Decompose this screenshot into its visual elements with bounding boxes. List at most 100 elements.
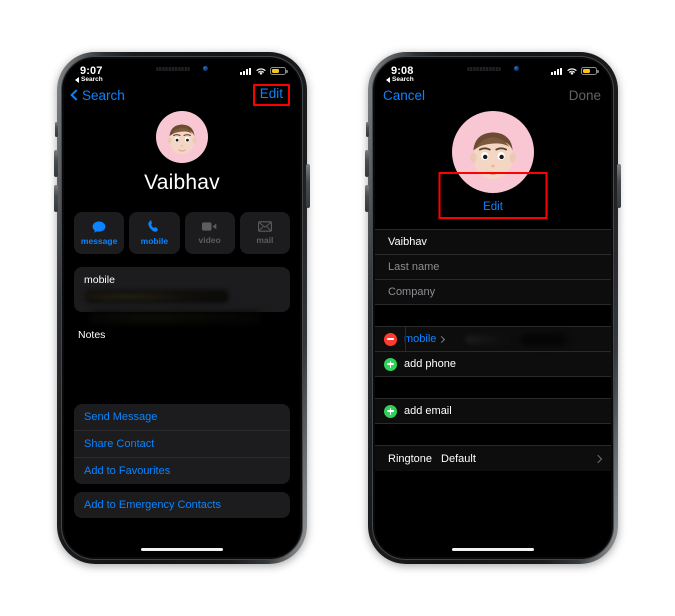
edit-photo-link[interactable]: Edit xyxy=(483,201,503,213)
ringtone-row[interactable]: Ringtone Default xyxy=(375,445,611,471)
contact-edit-content: Edit Vaibhav Last name Company mobile ad… xyxy=(375,111,611,471)
last-name-field[interactable]: Last name xyxy=(375,254,611,279)
mute-switch[interactable] xyxy=(366,122,369,137)
redacted-phone-value xyxy=(465,334,562,344)
add-email-label: add email xyxy=(404,405,452,417)
back-to-search-button[interactable]: Search xyxy=(70,87,125,103)
avatar-container-left[interactable] xyxy=(64,111,300,163)
volume-up-button[interactable] xyxy=(365,150,369,177)
edit-button[interactable]: Edit xyxy=(252,84,290,106)
phone-label: mobile xyxy=(84,274,115,286)
back-button-label: Search xyxy=(82,87,125,103)
quick-actions-row: message mobile video mail xyxy=(64,212,300,254)
cellular-signal-icon xyxy=(551,67,562,75)
done-button[interactable]: Done xyxy=(569,88,601,103)
return-app-label: Search xyxy=(392,76,414,83)
screen-contact-edit: 9:08 Search Cancel Done Edit Vaibhav Las… xyxy=(375,59,611,557)
video-camera-icon xyxy=(202,221,217,232)
add-to-emergency-contacts-link[interactable]: Add to Emergency Contacts xyxy=(74,492,290,518)
chevron-right-icon xyxy=(438,335,446,343)
home-indicator-right[interactable] xyxy=(452,547,534,551)
section-spacer xyxy=(375,305,611,326)
phone-entries-group: mobile add phone xyxy=(375,326,611,377)
add-circle-icon[interactable] xyxy=(384,404,397,418)
ringtone-label: Ringtone xyxy=(388,452,433,465)
avatar[interactable] xyxy=(452,111,534,193)
emergency-contacts-group: Add to Emergency Contacts xyxy=(74,492,290,518)
remove-circle-icon[interactable] xyxy=(384,332,397,346)
back-triangle-icon xyxy=(75,76,79,83)
phone-device-right: 9:08 Search Cancel Done Edit Vaibhav Las… xyxy=(365,52,621,564)
add-circle-icon[interactable] xyxy=(384,357,397,371)
battery-icon xyxy=(270,67,288,75)
action-label: message xyxy=(80,235,118,246)
return-app-label: Search xyxy=(81,76,103,83)
share-contact-link[interactable]: Share Contact xyxy=(74,431,290,458)
add-phone-label: add phone xyxy=(404,358,456,370)
name-fields-group: Vaibhav Last name Company xyxy=(375,229,611,305)
cellular-signal-icon xyxy=(240,67,251,75)
action-label: video xyxy=(198,235,221,245)
action-video-button[interactable]: video xyxy=(184,212,235,254)
status-indicators xyxy=(240,67,288,76)
avatar[interactable] xyxy=(156,111,208,163)
entry-divider xyxy=(405,327,406,351)
volume-down-button[interactable] xyxy=(54,185,58,212)
email-entries-group: add email xyxy=(375,398,611,424)
cancel-button[interactable]: Cancel xyxy=(383,88,425,103)
volume-up-button[interactable] xyxy=(54,150,58,177)
phone-device-left: 9:07 Search Search Edit Vaibhav message … xyxy=(54,52,310,564)
edit-photo-container: Edit xyxy=(375,172,611,219)
action-mail-button[interactable]: mail xyxy=(239,212,290,254)
memoji-icon xyxy=(167,124,197,155)
phone-entry-label: mobile xyxy=(404,333,437,345)
contact-name: Vaibhav xyxy=(144,171,220,194)
chevron-left-icon xyxy=(70,89,82,101)
wifi-icon xyxy=(566,67,577,75)
send-message-link[interactable]: Send Message xyxy=(74,404,290,431)
earpiece-speaker-icon xyxy=(467,66,502,71)
return-to-app-chip[interactable]: Search xyxy=(386,76,414,83)
memoji-icon xyxy=(470,132,516,180)
nav-bar-left: Search Edit xyxy=(64,81,300,109)
chevron-right-icon xyxy=(593,454,603,463)
home-indicator-left[interactable] xyxy=(141,547,223,551)
add-email-row[interactable]: add email xyxy=(375,398,611,424)
company-field[interactable]: Company xyxy=(375,279,611,305)
action-message-button[interactable]: message xyxy=(74,212,125,254)
contact-links-group: Send Message Share Contact Add to Favour… xyxy=(74,404,290,484)
section-spacer xyxy=(375,377,611,398)
ringtone-value: Default xyxy=(441,452,476,465)
phone-entry-label-wrap[interactable]: mobile xyxy=(404,333,446,345)
back-triangle-icon xyxy=(386,76,390,83)
return-to-app-chip[interactable]: Search xyxy=(75,76,103,83)
volume-down-button[interactable] xyxy=(365,185,369,212)
add-to-favourites-link[interactable]: Add to Favourites xyxy=(74,458,290,484)
power-button[interactable] xyxy=(306,164,310,208)
add-phone-row[interactable]: add phone xyxy=(375,351,611,377)
phone-entry-mobile[interactable]: mobile xyxy=(375,326,611,351)
earpiece-speaker-icon xyxy=(156,66,191,71)
message-bubble-icon xyxy=(92,220,106,233)
action-label: mail xyxy=(256,235,274,245)
redacted-phone-number xyxy=(84,290,229,303)
action-mobile-button[interactable]: mobile xyxy=(129,212,180,254)
power-button[interactable] xyxy=(617,164,621,208)
status-indicators xyxy=(551,67,599,76)
action-label: mobile xyxy=(140,236,169,246)
nav-bar-right: Cancel Done xyxy=(375,81,611,109)
notes-label: Notes xyxy=(78,329,106,341)
phone-handset-icon xyxy=(148,220,161,233)
front-camera-icon xyxy=(514,66,519,71)
front-camera-icon xyxy=(203,66,208,71)
first-name-field[interactable]: Vaibhav xyxy=(375,229,611,254)
section-spacer xyxy=(375,424,611,445)
envelope-icon xyxy=(257,221,272,232)
notch-right xyxy=(441,59,545,78)
battery-icon xyxy=(581,67,599,75)
contact-detail-content: Vaibhav message mobile video mail mobile… xyxy=(64,111,300,518)
screen-contact-detail: 9:07 Search Search Edit Vaibhav message … xyxy=(64,59,300,557)
mute-switch[interactable] xyxy=(55,122,58,137)
avatar-container-right[interactable] xyxy=(375,111,611,193)
phone-number-card[interactable]: mobile xyxy=(74,267,290,312)
